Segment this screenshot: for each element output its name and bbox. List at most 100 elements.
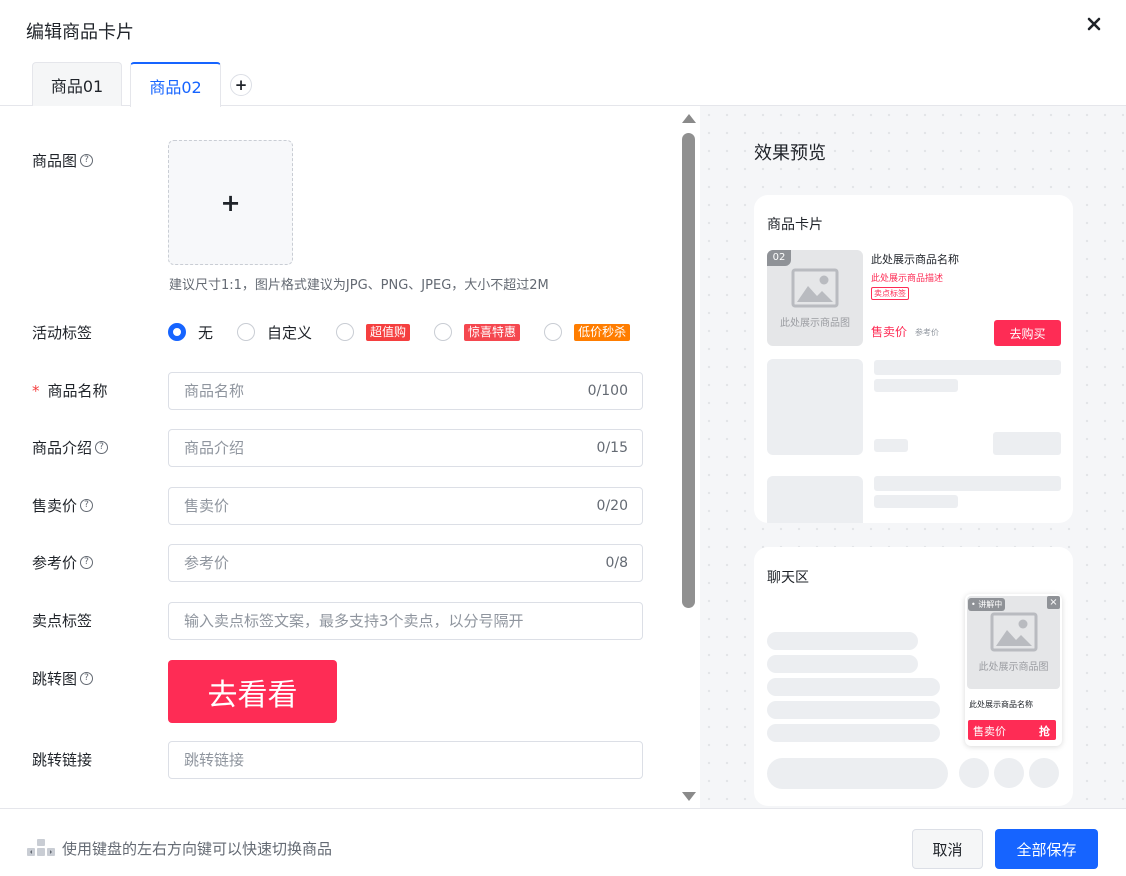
- radio-value-buy[interactable]: 超值购: [336, 323, 411, 341]
- skeleton-line: [874, 495, 958, 508]
- name-label: * 商品名称: [32, 380, 108, 401]
- jump-image-label: 跳转图?: [32, 668, 94, 689]
- radio-none[interactable]: 无: [168, 322, 213, 343]
- scroll-down-arrow-icon[interactable]: [682, 792, 696, 801]
- ref-price-label: 参考价?: [32, 552, 94, 573]
- skeleton-chat-action: [959, 758, 989, 788]
- live-badge-text: 讲解中: [978, 600, 1003, 609]
- product-form: 商品图? + 建议尺寸1:1，图片格式建议为JPG、PNG、JPEG，大小不超过…: [0, 106, 678, 808]
- image-upload-button[interactable]: +: [168, 140, 293, 265]
- scrollbar-thumb[interactable]: [682, 133, 695, 608]
- help-icon[interactable]: ?: [95, 441, 109, 454]
- modal-header: 编辑商品卡片: [0, 0, 1126, 56]
- help-icon[interactable]: ?: [80, 154, 94, 167]
- modal-title: 编辑商品卡片: [26, 22, 134, 43]
- required-mark: *: [32, 381, 40, 400]
- product-card-preview: 商品卡片 此处展示商品图 02 此处展示商品名称 此处展示商品描述 卖点标签 售…: [754, 195, 1073, 523]
- modal-footer: 使用键盘的左右方向键可以快速切换商品 取消 全部保存: [0, 808, 1126, 876]
- plus-icon: +: [220, 188, 241, 217]
- radio-surprise-deal[interactable]: 惊喜特惠: [434, 323, 521, 341]
- chat-area-preview: 聊天区 此处展示商品图 • 讲解中 × 此处展示商品名称 售卖价 抢: [754, 547, 1073, 806]
- help-icon[interactable]: ?: [80, 672, 94, 685]
- plus-icon: +: [234, 76, 248, 94]
- intro-input[interactable]: 商品介绍 0/15: [168, 429, 643, 467]
- add-tab-button[interactable]: +: [230, 74, 252, 96]
- skeleton-chat-line: [767, 678, 940, 696]
- chat-product-popup: 此处展示商品图 • 讲解中 × 此处展示商品名称 售卖价 抢: [965, 594, 1062, 746]
- chat-price-text: 售卖价: [973, 725, 1006, 738]
- price-placeholder: 售卖价: [184, 497, 230, 515]
- product-image-text: 此处展示商品图: [780, 317, 850, 329]
- modal-body: 商品图? + 建议尺寸1:1，图片格式建议为JPG、PNG、JPEG，大小不超过…: [0, 106, 1126, 808]
- selling-tags-input[interactable]: 输入卖点标签文案，最多支持3个卖点，以分号隔开: [168, 602, 643, 640]
- activity-tag-radio-group: 无 自定义 超值购 惊喜特惠 低价秒杀: [168, 322, 631, 343]
- image-label: 商品图?: [32, 150, 94, 171]
- skeleton-image: [767, 359, 863, 455]
- preview-title: 效果预览: [754, 143, 826, 164]
- ref-price-placeholder: 参考价: [184, 554, 230, 572]
- activity-tag-label: 活动标签: [32, 324, 93, 342]
- help-icon[interactable]: ?: [80, 556, 94, 569]
- chat-product-name: 此处展示商品名称: [969, 700, 1033, 709]
- tab-product-02[interactable]: 商品02: [130, 62, 221, 107]
- intro-placeholder: 商品介绍: [184, 439, 245, 457]
- cancel-button[interactable]: 取消: [912, 829, 983, 869]
- form-scrollbar[interactable]: [678, 106, 698, 808]
- radio-custom-label: 自定义: [267, 323, 313, 342]
- radio-unchecked-icon: [434, 323, 453, 341]
- help-icon[interactable]: ?: [80, 499, 94, 512]
- image-label-text: 商品图: [32, 152, 78, 170]
- product-index-badge: 02: [767, 250, 791, 266]
- keyboard-hint: 使用键盘的左右方向键可以快速切换商品: [62, 840, 333, 858]
- live-explaining-badge: • 讲解中: [968, 598, 1006, 611]
- skeleton-chat-line: [767, 632, 918, 650]
- preview-ref-price: 参考价: [915, 328, 939, 337]
- product-card-title: 商品卡片: [767, 217, 823, 233]
- jump-link-input[interactable]: 跳转链接: [168, 741, 643, 779]
- radio-unchecked-icon: [237, 323, 256, 341]
- chat-product-image-text: 此处展示商品图: [978, 662, 1049, 673]
- name-input[interactable]: 商品名称 0/100: [168, 372, 643, 410]
- name-label-text: 商品名称: [47, 382, 108, 400]
- name-placeholder: 商品名称: [184, 382, 245, 400]
- ref-price-input[interactable]: 参考价 0/8: [168, 544, 643, 582]
- ref-price-label-text: 参考价: [32, 554, 78, 572]
- skeleton-line: [874, 439, 908, 452]
- jump-link-placeholder: 跳转链接: [184, 751, 245, 769]
- ref-price-char-count: 0/8: [605, 555, 628, 571]
- tab-product-01[interactable]: 商品01: [32, 62, 122, 106]
- skeleton-chat-action: [994, 758, 1024, 788]
- chat-price-bar: 售卖价 抢: [968, 720, 1056, 740]
- image-placeholder-icon: [791, 268, 839, 307]
- price-input[interactable]: 售卖价 0/20: [168, 487, 643, 525]
- image-placeholder-icon: [990, 612, 1037, 652]
- intro-label: 商品介绍?: [32, 437, 109, 458]
- preview-product-desc: 此处展示商品描述: [871, 274, 944, 284]
- jump-link-label: 跳转链接: [32, 751, 93, 769]
- chat-grab-text: 抢: [1039, 725, 1050, 738]
- keyboard-arrows-icon: [27, 839, 55, 856]
- preview-product-name: 此处展示商品名称: [871, 253, 959, 266]
- price-label-text: 售卖价: [32, 497, 78, 515]
- radio-custom[interactable]: 自定义: [237, 322, 312, 343]
- skeleton-chat-action: [1029, 758, 1059, 788]
- radio-unchecked-icon: [544, 323, 563, 341]
- skeleton-chat-line: [767, 701, 940, 719]
- radio-flash-sale[interactable]: 低价秒杀: [544, 323, 631, 341]
- save-all-button[interactable]: 全部保存: [995, 829, 1098, 869]
- popup-close-icon: ×: [1047, 596, 1060, 609]
- price-label: 售卖价?: [32, 495, 94, 516]
- intro-label-text: 商品介绍: [32, 439, 93, 457]
- scroll-up-arrow-icon[interactable]: [682, 114, 696, 123]
- name-char-count: 0/100: [587, 383, 628, 399]
- skeleton-chat-line: [767, 655, 918, 673]
- image-hint: 建议尺寸1:1，图片格式建议为JPG、PNG、JPEG，大小不超过2M: [169, 278, 549, 293]
- skeleton-chat-input: [767, 758, 948, 789]
- product-tabs: 商品01 商品02 +: [0, 62, 1126, 107]
- value-buy-badge: 超值购: [366, 323, 411, 341]
- intro-char-count: 0/15: [596, 440, 628, 456]
- flash-sale-badge: 低价秒杀: [574, 323, 631, 341]
- close-icon[interactable]: [1085, 15, 1103, 33]
- jump-image-button[interactable]: 去看看: [168, 660, 337, 723]
- selling-tags-label: 卖点标签: [32, 612, 93, 630]
